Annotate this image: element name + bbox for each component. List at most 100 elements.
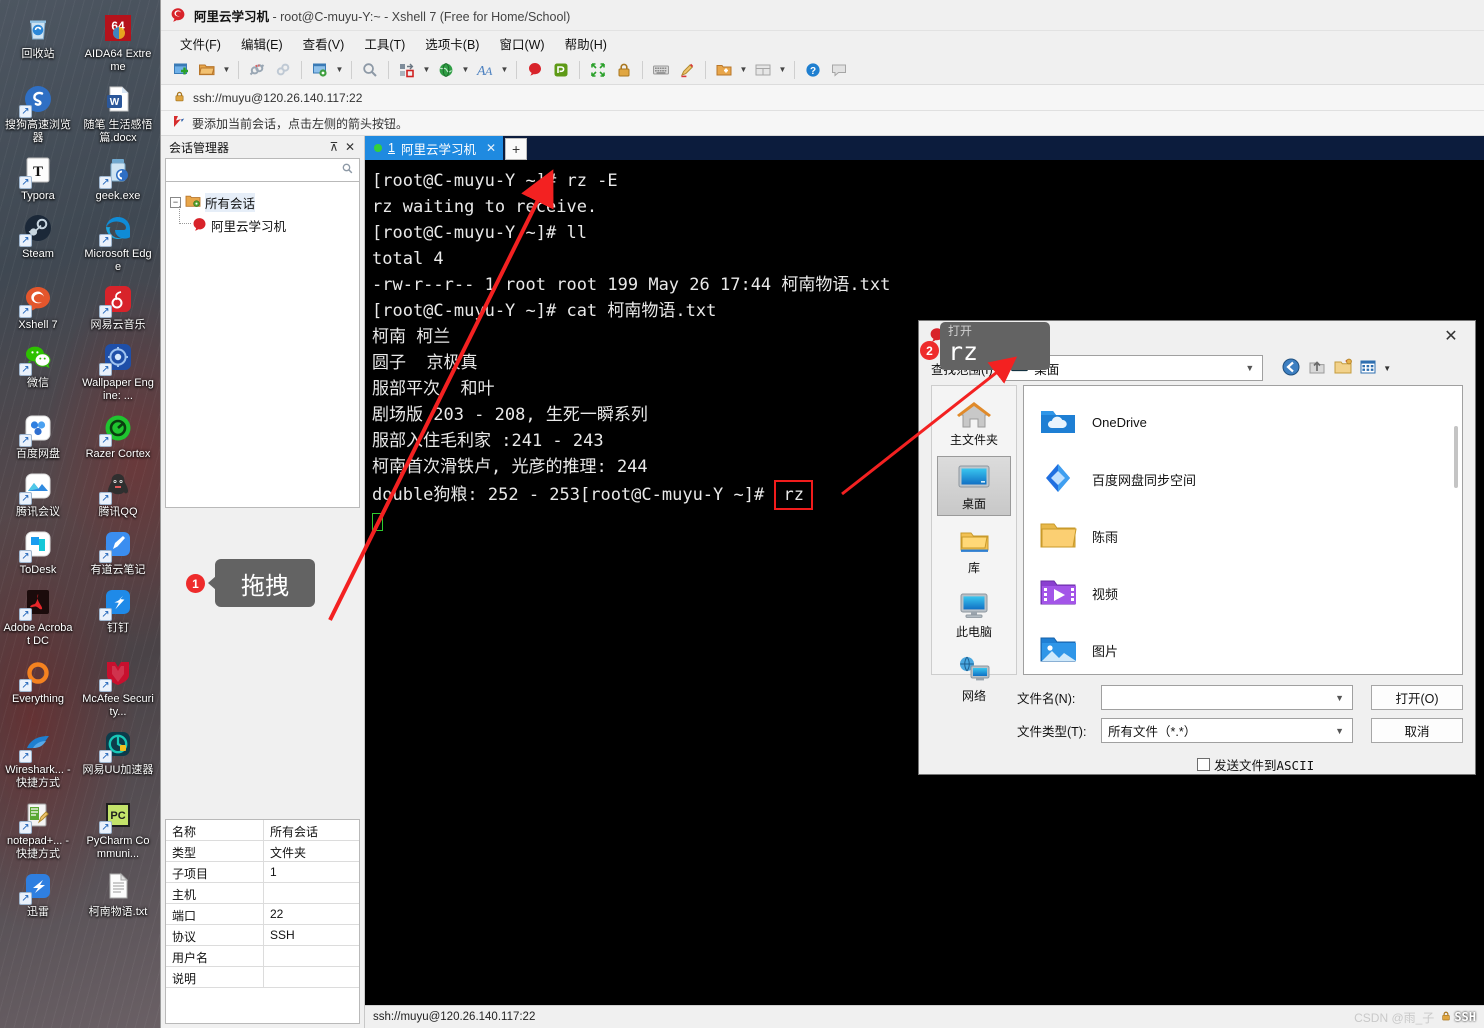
- file-list-item[interactable]: 陈雨: [1038, 508, 1462, 565]
- layout-icon[interactable]: [395, 58, 419, 82]
- filetype-row: 文件类型(T): 所有文件（*.*） ▼ 取消: [1017, 718, 1463, 743]
- place-item-3[interactable]: 库: [937, 520, 1011, 580]
- desktop-icon-3[interactable]: 搜狗高速浏览器: [0, 77, 76, 148]
- reconnect-icon[interactable]: [271, 58, 295, 82]
- back-icon[interactable]: [1281, 357, 1301, 380]
- xftp-icon[interactable]: [549, 58, 573, 82]
- desktop-icon-20[interactable]: 钉钉: [80, 580, 156, 651]
- desktop-icon-10[interactable]: 网易云音乐: [80, 277, 156, 335]
- new-session-icon[interactable]: [169, 58, 193, 82]
- desktop-icon-5[interactable]: T Typora: [0, 148, 76, 206]
- open-session-icon[interactable]: [195, 58, 219, 82]
- desktop-icon-22[interactable]: McAfee Security...: [80, 651, 156, 722]
- up-folder-icon[interactable]: [1307, 357, 1327, 380]
- search-icon[interactable]: [341, 162, 354, 178]
- place-item-1[interactable]: 主文件夹: [937, 392, 1011, 452]
- cancel-button[interactable]: 取消: [1371, 718, 1463, 743]
- globe-dropdown-caret[interactable]: ▼: [460, 58, 471, 82]
- layout-dropdown-caret[interactable]: ▼: [421, 58, 432, 82]
- chevron-down-icon[interactable]: ▼: [1245, 363, 1258, 373]
- fullscreen-icon[interactable]: [586, 58, 610, 82]
- chevron-down-icon[interactable]: ▼: [1335, 693, 1348, 703]
- place-item-4[interactable]: 此电脑: [937, 584, 1011, 644]
- desktop-icon-25[interactable]: notepad+... - 快捷方式: [0, 793, 76, 864]
- add-folder-caret[interactable]: ▼: [738, 58, 749, 82]
- filename-input[interactable]: ▼: [1101, 685, 1353, 710]
- desktop-icon-14[interactable]: Razer Cortex: [80, 406, 156, 464]
- feedback-icon[interactable]: [827, 58, 851, 82]
- desktop-icon-15[interactable]: 腾讯会议: [0, 464, 76, 522]
- tree-node-all-sessions[interactable]: − 所有会话: [170, 191, 355, 214]
- open-button[interactable]: 打开(O): [1371, 685, 1463, 710]
- pin-icon[interactable]: ⊼: [326, 140, 342, 154]
- desktop-icon-17[interactable]: ToDesk: [0, 522, 76, 580]
- keyboard-icon[interactable]: [649, 58, 673, 82]
- desktop-icon-13[interactable]: 百度网盘: [0, 406, 76, 464]
- session-tree[interactable]: − 所有会话 阿里云学习机: [165, 182, 360, 508]
- close-icon[interactable]: ✕: [1431, 322, 1471, 350]
- desktop-icon-7[interactable]: Steam: [0, 206, 76, 277]
- file-list-scrollbar[interactable]: [1454, 426, 1458, 488]
- desktop-icon-11[interactable]: 微信: [0, 335, 76, 406]
- tab-session-1[interactable]: 1 阿里云学习机 ✕: [365, 136, 504, 160]
- desktop-icon-18[interactable]: 有道云笔记: [80, 522, 156, 580]
- session-search-input[interactable]: [171, 163, 341, 177]
- desktop-icon-6[interactable]: geek.exe: [80, 148, 156, 206]
- menu-item-4[interactable]: 工具(T): [355, 31, 414, 56]
- ascii-checkbox[interactable]: [1197, 758, 1210, 771]
- open-dropdown-caret[interactable]: ▼: [221, 58, 232, 82]
- file-list-item[interactable]: OneDrive: [1038, 394, 1462, 451]
- disconnect-icon[interactable]: [245, 58, 269, 82]
- file-list[interactable]: OneDrive 百度网盘同步空间 陈雨 视频 图片: [1023, 385, 1463, 675]
- file-list-item[interactable]: 图片: [1038, 622, 1462, 674]
- menu-item-6[interactable]: 窗口(W): [490, 31, 553, 56]
- view-mode-icon[interactable]: [1359, 358, 1377, 379]
- tree-node-session[interactable]: 阿里云学习机: [179, 206, 355, 237]
- address-bar[interactable]: ssh://muyu@120.26.140.117:22: [161, 85, 1484, 111]
- filetype-combobox[interactable]: 所有文件（*.*） ▼: [1101, 718, 1353, 743]
- desktop-icon-23[interactable]: Wireshark... - 快捷方式: [0, 722, 76, 793]
- desktop-icon-12[interactable]: Wallpaper Engine: ...: [80, 335, 156, 406]
- desktop-icon-21[interactable]: Everything: [0, 651, 76, 722]
- close-icon[interactable]: ✕: [486, 141, 496, 155]
- session-search-box[interactable]: [165, 158, 360, 182]
- desktop-icon-16[interactable]: 腾讯QQ: [80, 464, 156, 522]
- desktop-icon-2[interactable]: 64 AIDA64 Extreme: [80, 6, 156, 77]
- desktop-icon-1[interactable]: 回收站: [0, 6, 76, 77]
- menu-item-1[interactable]: 文件(F): [171, 31, 230, 56]
- font-icon[interactable]: AA: [473, 58, 497, 82]
- menu-item-3[interactable]: 查看(V): [294, 31, 354, 56]
- lock-icon[interactable]: [612, 58, 636, 82]
- desktop-icon-28[interactable]: 柯南物语.txt: [80, 864, 156, 922]
- desktop-icon-19[interactable]: Adobe Acrobat DC: [0, 580, 76, 651]
- desktop-icon-27[interactable]: 迅雷: [0, 864, 76, 922]
- ascii-checkbox-row[interactable]: 发送文件到ASCII: [1017, 751, 1463, 774]
- place-item-2[interactable]: 桌面: [937, 456, 1011, 516]
- close-icon[interactable]: ✕: [342, 140, 358, 154]
- highlight-pen-icon[interactable]: [675, 58, 699, 82]
- desktop-icon-4[interactable]: W 随笔 生活感悟篇.docx: [80, 77, 156, 148]
- find-icon[interactable]: [358, 58, 382, 82]
- view-mode-caret[interactable]: ▼: [1383, 364, 1391, 373]
- globe-icon[interactable]: [434, 58, 458, 82]
- menu-item-7[interactable]: 帮助(H): [556, 31, 616, 56]
- help-icon[interactable]: ?: [801, 58, 825, 82]
- new-tab-button[interactable]: +: [505, 138, 528, 160]
- xshell-quick-icon[interactable]: [523, 58, 547, 82]
- session-properties-icon[interactable]: [308, 58, 332, 82]
- desktop-icon-26[interactable]: PC PyCharm Communi...: [80, 793, 156, 864]
- chevron-down-icon[interactable]: ▼: [1335, 726, 1348, 736]
- font-dropdown-caret[interactable]: ▼: [499, 58, 510, 82]
- add-folder-icon[interactable]: [712, 58, 736, 82]
- split-view-icon[interactable]: [751, 58, 775, 82]
- desktop-icon-24[interactable]: 网易UU加速器: [80, 722, 156, 793]
- file-list-item[interactable]: 视频: [1038, 565, 1462, 622]
- split-view-caret[interactable]: ▼: [777, 58, 788, 82]
- properties-dropdown-caret[interactable]: ▼: [334, 58, 345, 82]
- menu-item-2[interactable]: 编辑(E): [232, 31, 292, 56]
- new-folder-icon[interactable]: [1333, 357, 1353, 380]
- menu-item-5[interactable]: 选项卡(B): [416, 31, 488, 56]
- file-list-item[interactable]: 百度网盘同步空间: [1038, 451, 1462, 508]
- desktop-icon-9[interactable]: Xshell 7: [0, 277, 76, 335]
- desktop-icon-8[interactable]: Microsoft Edge: [80, 206, 156, 277]
